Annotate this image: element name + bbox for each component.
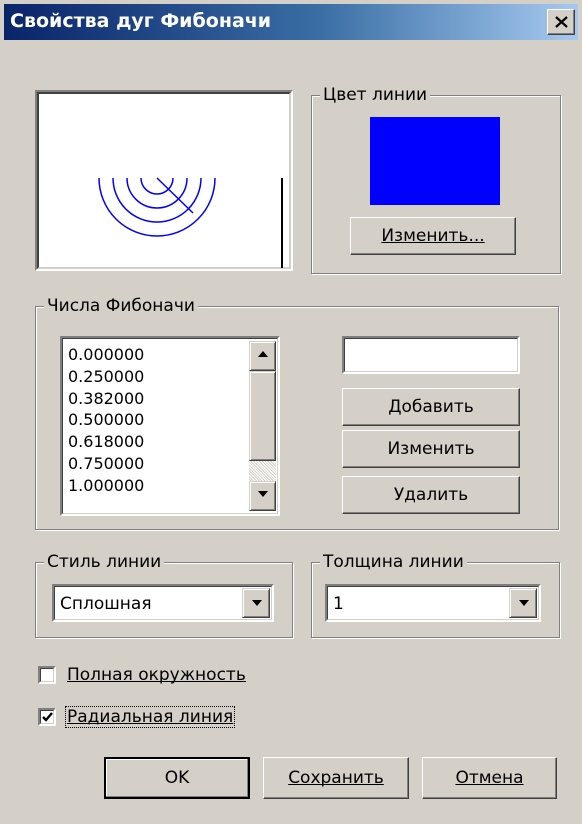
checkmark-icon — [42, 712, 53, 722]
line-style-dropdown-button[interactable] — [242, 588, 270, 618]
arrow-up-icon — [258, 351, 268, 357]
arc-preview — [35, 90, 293, 271]
radial-line-label: Радиальная линия — [64, 706, 236, 728]
save-label: Сохранить — [288, 768, 384, 788]
line-width-dropdown-button[interactable] — [509, 588, 537, 618]
list-scrollbar[interactable] — [249, 341, 276, 511]
line-width-legend: Толщина линии — [320, 551, 467, 573]
scroll-down-button[interactable] — [249, 481, 276, 511]
line-style-select[interactable]: Сплошная — [52, 584, 274, 622]
edit-value-button[interactable]: Изменить — [342, 430, 520, 468]
scroll-up-button[interactable] — [249, 341, 276, 371]
line-width-value: 1 — [333, 594, 344, 614]
change-color-label: Изменить... — [381, 226, 485, 246]
radial-line-option[interactable]: Радиальная линия — [38, 705, 236, 729]
fibonacci-values-items: 0.000000 0.250000 0.382000 0.500000 0.618000… — [68, 344, 248, 497]
ok-button[interactable]: OK — [104, 757, 250, 799]
add-value-label: Добавить — [388, 397, 474, 417]
line-color-swatch — [370, 117, 500, 205]
radial-line-checkbox[interactable] — [38, 708, 56, 726]
full-circle-option[interactable]: Полная окружность — [38, 663, 247, 687]
line-width-select[interactable]: 1 — [325, 584, 541, 622]
full-circle-label: Полная окружность — [67, 665, 246, 685]
line-style-legend: Стиль линии — [44, 551, 165, 573]
cancel-button[interactable]: Отмена — [422, 757, 557, 799]
ok-label: OK — [164, 768, 190, 788]
save-button[interactable]: Сохранить — [263, 757, 409, 799]
list-item[interactable]: 1.000000 — [68, 475, 248, 497]
fibonacci-arcs-properties-dialog: Свойства дуг Фибоначи Цвет линии Изменит… — [0, 0, 582, 824]
edit-value-label: Изменить — [387, 439, 475, 459]
list-item[interactable]: 0.250000 — [68, 366, 248, 388]
close-icon — [555, 16, 568, 28]
delete-value-label: Удалить — [393, 485, 469, 505]
add-value-button[interactable]: Добавить — [342, 388, 520, 426]
fibonacci-values-list[interactable]: 0.000000 0.250000 0.382000 0.500000 0.618000… — [60, 336, 280, 516]
chevron-down-icon — [519, 600, 529, 606]
fibonacci-value-input[interactable] — [342, 336, 520, 374]
delete-value-button[interactable]: Удалить — [342, 476, 520, 514]
fibonacci-arcs-preview-drawing — [98, 177, 283, 268]
arrow-down-icon — [258, 491, 268, 497]
cancel-label: Отмена — [455, 768, 524, 788]
line-color-legend: Цвет линии — [320, 84, 431, 106]
full-circle-checkbox[interactable] — [38, 666, 56, 684]
fibonacci-numbers-legend: Числа Фибоначи — [44, 295, 198, 317]
list-item[interactable]: 0.382000 — [68, 388, 248, 410]
title-bar[interactable]: Свойства дуг Фибоначи — [4, 4, 578, 40]
list-item[interactable]: 0.000000 — [68, 344, 248, 366]
scroll-thumb[interactable] — [249, 371, 276, 461]
dialog-title: Свойства дуг Фибоначи — [10, 10, 272, 32]
chevron-down-icon — [252, 600, 262, 606]
line-style-value: Сплошная — [60, 594, 152, 614]
list-item[interactable]: 0.500000 — [68, 409, 248, 431]
change-color-button[interactable]: Изменить... — [350, 217, 516, 255]
list-item[interactable]: 0.750000 — [68, 453, 248, 475]
close-button[interactable] — [547, 9, 575, 35]
list-item[interactable]: 0.618000 — [68, 431, 248, 453]
